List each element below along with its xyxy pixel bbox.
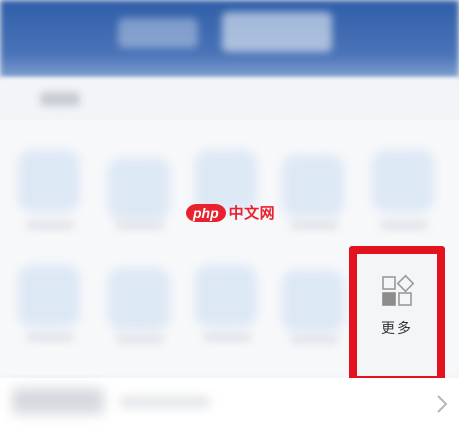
blurred-grid-label	[290, 334, 338, 344]
apps-grid-icon	[382, 274, 414, 306]
blurred-header-item	[118, 18, 198, 48]
blurred-grid-tile	[282, 270, 344, 332]
blurred-grid-label	[380, 220, 428, 230]
chevron-right-icon[interactable]	[434, 394, 450, 414]
blurred-grid-tile	[108, 158, 170, 220]
blurred-bottom-item	[12, 388, 104, 414]
blurred-bottom-text	[120, 396, 210, 408]
blurred-grid-tile	[108, 268, 170, 330]
blurred-grid-tile	[18, 150, 80, 212]
blurred-grid-label	[203, 332, 251, 342]
blurred-grid-label	[290, 220, 338, 230]
watermark-site-name: 中文网	[228, 205, 276, 222]
blurred-grid-label	[26, 220, 74, 230]
more-button-label: 更多	[381, 320, 413, 336]
blurred-grid-tile	[372, 150, 434, 212]
more-button[interactable]: 更多	[357, 254, 437, 376]
watermark-php: php	[186, 203, 226, 222]
blurred-grid-tile	[282, 155, 344, 217]
blurred-subheader-text	[40, 92, 80, 106]
blurred-grid-tile	[195, 265, 257, 327]
blurred-grid-label	[116, 334, 164, 344]
more-button-highlight: 更多	[349, 246, 445, 384]
php-cn-watermark: php 中文网	[186, 202, 275, 223]
blurred-header-item	[222, 12, 332, 52]
blurred-grid-label	[116, 220, 164, 230]
blurred-grid-tile	[18, 265, 80, 327]
blurred-grid-label	[26, 332, 74, 342]
